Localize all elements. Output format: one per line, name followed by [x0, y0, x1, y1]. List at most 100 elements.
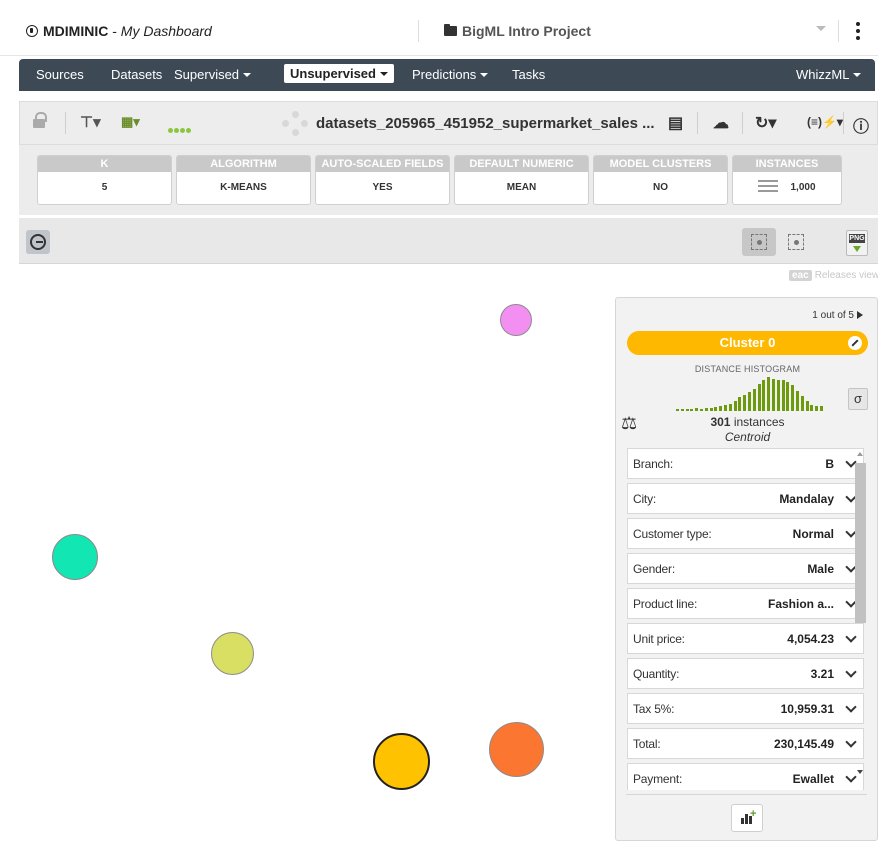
cluster-bubble[interactable] — [489, 722, 544, 777]
instances-label: instances — [733, 415, 785, 429]
png-icon: PNG — [849, 234, 865, 243]
metric-value: NO — [653, 182, 668, 193]
lock-icon[interactable] — [33, 112, 47, 131]
dataset-title[interactable]: datasets_205965_451952_supermarket_sales… — [316, 115, 655, 132]
kebab-menu-icon[interactable] — [856, 22, 860, 40]
cluster-view-button[interactable] — [742, 228, 776, 256]
scroll-down-icon[interactable] — [857, 770, 863, 774]
edit-icon[interactable] — [848, 336, 862, 350]
field-value: Male — [807, 562, 834, 576]
field-row[interactable]: Total: 230,145.49 — [627, 728, 864, 759]
metric-auto-scaled: AUTO-SCALED FIELDS YES — [315, 155, 450, 205]
scroll-thumb[interactable] — [855, 463, 866, 623]
centroid-label: Centroid — [724, 430, 771, 444]
field-value: Fashion a... — [767, 597, 834, 611]
script-icon[interactable]: (≡)⚡▾ — [807, 115, 843, 129]
cluster-bubble-selected[interactable] — [373, 733, 430, 790]
histogram-bar — [724, 405, 727, 411]
metric-algorithm: ALGORITHM K-MEANS — [176, 155, 311, 205]
nav-predictions[interactable]: Predictions — [412, 67, 489, 82]
nav-whizzml-label: WhizzML — [796, 67, 850, 82]
user-icon — [26, 25, 38, 37]
metric-value: K-MEANS — [220, 182, 267, 193]
reset-view-button[interactable] — [26, 230, 50, 254]
cluster-bubble[interactable] — [52, 534, 98, 580]
field-row[interactable]: Product line: Fashion a... — [627, 588, 864, 619]
histogram-bar — [695, 408, 699, 411]
cluster-name: Cluster 0 — [627, 331, 868, 355]
nav-supervised-label: Supervised — [174, 67, 240, 82]
field-name: Gender: — [633, 562, 675, 576]
project-dropdown-icon[interactable] — [816, 26, 826, 31]
releases-view-link[interactable]: eac Releases view — [789, 270, 878, 281]
metric-label: ALGORITHM — [177, 156, 310, 172]
histogram-bar — [796, 391, 799, 411]
cluster-badge-icon[interactable]: ▦▾ — [121, 114, 140, 130]
download-arrow-icon — [853, 246, 861, 252]
model-tree-icon[interactable]: ⊤▾ — [80, 113, 101, 131]
username: MDIMINIC — [43, 23, 109, 39]
field-name: Product line: — [633, 597, 698, 611]
nav-sources[interactable]: Sources — [36, 67, 84, 82]
field-row[interactable]: Tax 5%: 10,959.31 — [627, 693, 864, 724]
caret-down-icon — [480, 73, 489, 77]
add-chart-button[interactable]: + — [731, 804, 763, 832]
nav-supervised[interactable]: Supervised — [174, 67, 252, 82]
view-toolbar: PNG — [19, 218, 878, 264]
cluster-detail-panel: 1 out of 5 Cluster 0 DISTANCE HISTOGRAM … — [615, 297, 878, 841]
workflow-icon[interactable]: ↻▾ — [755, 113, 776, 133]
cloud-download-icon[interactable]: ☁ — [713, 113, 729, 133]
histogram-title: DISTANCE HISTOGRAM — [694, 364, 801, 374]
cluster-bubble[interactable] — [500, 304, 532, 336]
histogram-bar — [786, 382, 790, 411]
metric-value: 1,000 — [790, 182, 816, 193]
project-selector[interactable]: BigML Intro Project — [444, 23, 591, 39]
cluster-canvas[interactable] — [19, 286, 614, 846]
cluster-pager[interactable]: 1 out of 5 — [812, 310, 863, 321]
field-row[interactable]: City: Mandalay — [627, 483, 864, 514]
metric-value: MEAN — [506, 182, 537, 193]
nav-whizzml[interactable]: WhizzML — [796, 67, 862, 82]
nav-datasets[interactable]: Datasets — [111, 67, 162, 82]
pager-text: 1 out of 5 — [812, 310, 854, 321]
histogram-bar — [752, 389, 756, 411]
histogram-bar — [757, 384, 761, 411]
clipboard-icon[interactable]: ▤ — [668, 113, 683, 133]
top-header: MDIMINIC - My Dashboard BigML Intro Proj… — [0, 0, 878, 56]
caret-down-icon — [379, 72, 388, 76]
field-name: Payment: — [633, 772, 683, 786]
field-value: Mandalay — [779, 492, 834, 506]
nav-unsupervised-label: Unsupervised — [290, 66, 376, 81]
status-dots-icon — [168, 122, 192, 136]
cluster-name-text: Cluster 0 — [719, 335, 776, 350]
histogram-bar — [767, 377, 771, 411]
metric-value-row: 1,000 — [733, 172, 841, 204]
field-row[interactable]: Unit price: 4,054.23 — [627, 623, 864, 654]
field-name: Branch: — [633, 457, 673, 471]
nav-unsupervised[interactable]: Unsupervised — [284, 64, 394, 83]
metric-value: YES — [372, 182, 393, 193]
histogram-bar — [700, 409, 703, 411]
reset-icon — [30, 234, 46, 250]
main-nav: Sources Datasets Supervised Unsupervised… — [19, 59, 875, 91]
metric-value: 5 — [101, 182, 108, 193]
field-row[interactable]: Branch: B — [627, 448, 864, 479]
field-row[interactable]: Payment: Ewallet — [627, 763, 864, 790]
cluster-bubble[interactable] — [211, 632, 254, 675]
field-row[interactable]: Quantity: 3.21 — [627, 658, 864, 689]
panel-divider — [626, 794, 867, 795]
field-value: Ewallet — [792, 772, 834, 786]
dashboard-link[interactable]: MDIMINIC - My Dashboard — [26, 23, 212, 39]
distance-view-button[interactable] — [779, 228, 813, 256]
export-png-button[interactable]: PNG — [846, 230, 868, 256]
fields-scrollbar[interactable] — [854, 449, 867, 779]
histogram-bar — [680, 409, 684, 411]
nav-tasks[interactable]: Tasks — [512, 67, 545, 82]
sigma-button[interactable]: σ — [848, 388, 868, 410]
field-row[interactable]: Gender: Male — [627, 553, 864, 584]
scroll-up-icon[interactable] — [857, 452, 863, 456]
next-arrow-icon[interactable] — [857, 311, 863, 319]
info-icon[interactable]: ⓘ — [853, 113, 869, 137]
field-value: 4,054.23 — [787, 632, 834, 646]
field-row[interactable]: Customer type: Normal — [627, 518, 864, 549]
